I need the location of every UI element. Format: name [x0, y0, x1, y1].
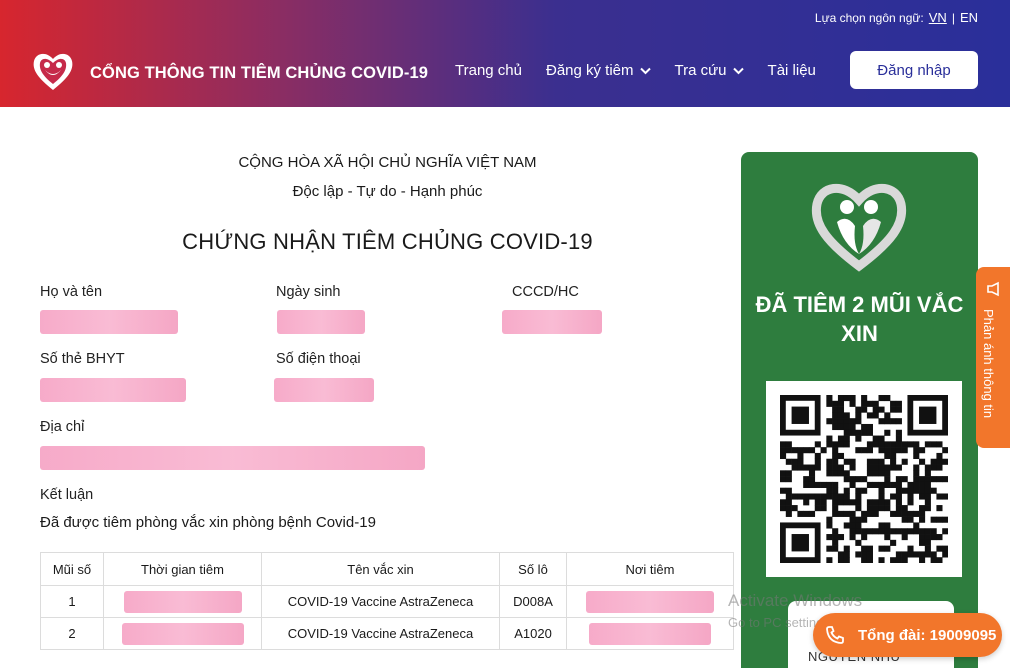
site-title[interactable]: CỔNG THÔNG TIN TIÊM CHỦNG COVID-19: [90, 64, 428, 83]
table-row: 2 COVID-19 Vaccine AstraZeneca A1020: [40, 617, 734, 650]
time-cell: [103, 585, 262, 618]
vaccination-table: Mũi số Thời gian tiêm Tên vắc xin Số lô …: [40, 552, 734, 650]
chevron-down-icon: [732, 67, 744, 74]
qr-code[interactable]: [766, 381, 962, 577]
feedback-tab[interactable]: Phản ánh thông tin: [976, 267, 1010, 448]
insurance-value-redacted: [40, 378, 186, 402]
site-logo[interactable]: [30, 48, 76, 94]
main-nav: Trang chủ Đăng ký tiêm Tra cứu Tài liệu: [455, 62, 840, 79]
hotline-label: Tổng đài: 19009095: [858, 626, 997, 644]
lot-cell: A1020: [499, 617, 567, 650]
certificate-title: CHỨNG NHẬN TIÊM CHỦNG COVID-19: [182, 229, 593, 254]
id-label: CCCD/HC: [512, 284, 579, 300]
col-time: Thời gian tiêm: [103, 552, 262, 586]
site-header: Lựa chọn ngôn ngữ: VN | EN CỔNG THÔNG TI…: [0, 0, 1010, 107]
feedback-label: Phản ánh thông tin: [981, 309, 996, 419]
conclusion-text: Đã được tiêm phòng vắc xin phòng bệnh Co…: [40, 514, 376, 531]
language-label: Lựa chọn ngôn ngữ:: [814, 10, 924, 25]
phone-label: Số điện thoại: [276, 351, 361, 367]
nav-home[interactable]: Trang chủ: [455, 62, 522, 79]
col-place: Nơi tiêm: [566, 552, 734, 586]
name-label: Họ và tên: [40, 284, 103, 300]
place-value-redacted: [586, 590, 714, 613]
dose-cell: 2: [40, 617, 104, 650]
col-dose: Mũi số: [40, 552, 104, 586]
nav-register[interactable]: Đăng ký tiêm: [546, 62, 651, 79]
nation-heading: CỘNG HÒA XÃ HỘI CHỦ NGHĨA VIỆT NAM: [238, 154, 537, 171]
place-cell: [566, 617, 734, 650]
heart-logo-icon: [811, 183, 907, 272]
phone-icon: [818, 618, 852, 652]
nav-home-label: Trang chủ: [455, 62, 522, 79]
time-value-redacted: [121, 622, 244, 645]
table-row: 1 COVID-19 Vaccine AstraZeneca D008A: [40, 585, 734, 618]
nav-register-label: Đăng ký tiêm: [545, 62, 634, 79]
hotline-button[interactable]: Tổng đài: 19009095: [813, 613, 1002, 657]
address-value-redacted: [40, 446, 425, 470]
nav-docs-label: Tài liệu: [767, 62, 816, 79]
nav-lookup[interactable]: Tra cứu: [675, 62, 744, 79]
dose-cell: 1: [40, 585, 104, 618]
vaccination-status: ĐÃ TIÊM 2 MŨI VẮC XIN: [755, 292, 964, 346]
vaccine-cell: COVID-19 Vaccine AstraZeneca: [261, 617, 500, 650]
language-separator: |: [951, 10, 955, 25]
time-cell: [103, 617, 262, 650]
nav-lookup-label: Tra cứu: [674, 62, 727, 79]
address-label: Địa chỉ: [40, 419, 85, 435]
language-en-link[interactable]: EN: [960, 10, 978, 25]
lot-cell: D008A: [499, 585, 567, 618]
insurance-label: Số thẻ BHYT: [40, 351, 125, 367]
motto-heading: Độc lập - Tự do - Hạnh phúc: [292, 183, 483, 200]
col-lot: Số lô: [499, 552, 567, 586]
place-value-redacted: [589, 622, 711, 645]
qr-code-icon: [780, 395, 948, 563]
language-switcher: Lựa chọn ngôn ngữ: VN | EN: [815, 10, 978, 25]
megaphone-icon: [987, 281, 999, 297]
chevron-down-icon: [639, 67, 651, 74]
conclusion-label: Kết luận: [40, 487, 94, 503]
login-button[interactable]: Đăng nhập: [850, 51, 978, 89]
place-cell: [566, 585, 734, 618]
phone-value-redacted: [274, 378, 374, 402]
vaccine-cell: COVID-19 Vaccine AstraZeneca: [261, 585, 500, 618]
dob-value-redacted: [277, 310, 365, 334]
time-value-redacted: [123, 590, 242, 613]
id-value-redacted: [502, 310, 602, 334]
col-vaccine: Tên vắc xin: [261, 552, 500, 586]
nav-docs[interactable]: Tài liệu: [768, 62, 816, 79]
activation-watermark-title: Activate Windows: [728, 591, 863, 610]
name-value-redacted: [40, 310, 178, 334]
table-header-row: Mũi số Thời gian tiêm Tên vắc xin Số lô …: [40, 552, 734, 586]
dob-label: Ngày sinh: [276, 284, 341, 300]
language-vn-link[interactable]: VN: [929, 10, 947, 25]
